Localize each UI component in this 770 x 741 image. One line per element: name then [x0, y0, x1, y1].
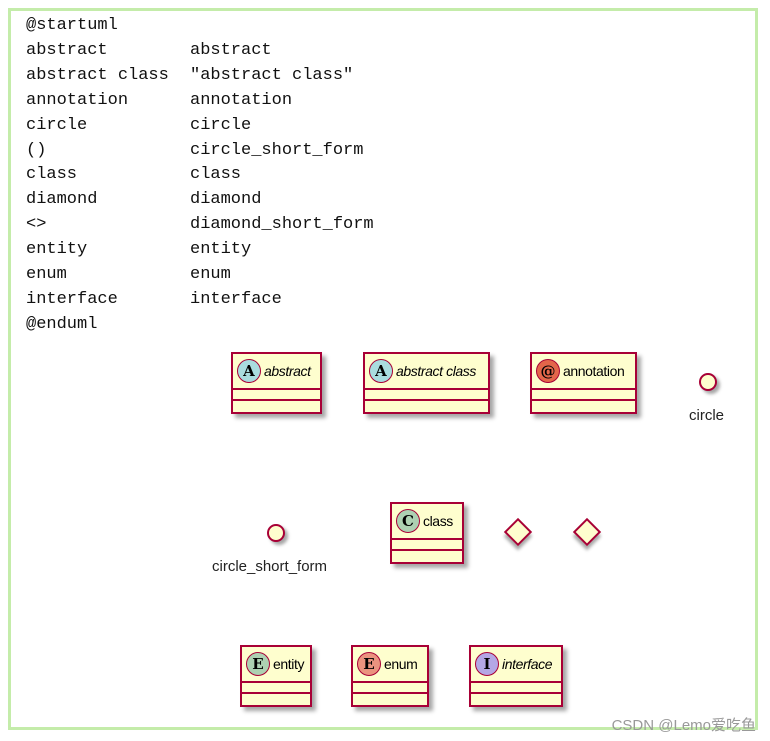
node-name: interface: [502, 656, 553, 672]
node-name: enum: [384, 656, 418, 672]
code-name: interface: [190, 289, 282, 309]
circle-node-icon: [699, 373, 717, 391]
enum-node: Eenum: [351, 645, 429, 707]
code-name: enum: [190, 265, 231, 285]
code-line: @enduml: [26, 313, 374, 338]
circle-short-form-node-icon: [267, 524, 285, 542]
abstract-badge-icon: A: [237, 359, 261, 383]
code-keyword: abstract class: [26, 65, 169, 85]
node-name: abstract: [264, 363, 311, 379]
watermark: CSDN @Lemo爱吃鱼: [611, 717, 756, 734]
code-name: "abstract class": [190, 65, 354, 85]
annotation-node: @ annotation: [530, 352, 637, 414]
end-directive: @enduml: [26, 314, 98, 334]
abstract-node: Aabstract: [231, 352, 322, 414]
entity-badge-icon: E: [246, 652, 270, 676]
annotation-badge-icon: @: [536, 359, 560, 383]
circle-label: circle: [689, 407, 725, 424]
code-line: diamond diamond: [26, 188, 374, 213]
interface-badge-icon: I: [475, 652, 499, 676]
code-keyword: class: [26, 165, 78, 185]
code-line: abstract abstract: [26, 39, 374, 64]
code-line: @startuml: [26, 14, 374, 39]
circle-short-form-label: circle_short_form: [212, 558, 328, 575]
code-name: class: [190, 165, 242, 185]
code-line: <> diamond_short_form: [26, 213, 374, 238]
code-keyword: diamond: [26, 190, 98, 210]
code-keyword: circle: [26, 115, 88, 135]
code-line: class class: [26, 163, 374, 188]
code-keyword: abstract: [26, 40, 108, 60]
code-line: () circle_short_form: [26, 139, 374, 164]
node-name: class: [423, 513, 453, 529]
abstract-badge-icon: A: [369, 359, 393, 383]
code-name: circle: [190, 115, 252, 135]
code-name: entity: [190, 240, 252, 260]
code-name: diamond_short_form: [190, 215, 374, 235]
code-keyword: entity: [26, 240, 88, 260]
plantuml-code: @startuml abstract abstract abstract clas…: [26, 14, 374, 338]
node-name: abstract class: [396, 363, 476, 379]
code-line: entity entity: [26, 238, 374, 263]
abstract-class-node: Aabstract class: [363, 352, 490, 414]
class-node: Cclass: [390, 502, 464, 564]
class-badge-icon: C: [396, 509, 420, 533]
code-line: annotation annotation: [26, 89, 374, 114]
enum-badge-icon: E: [357, 652, 381, 676]
code-line: abstract class "abstract class": [26, 64, 374, 89]
node-name: annotation: [563, 363, 625, 379]
code-keyword: (): [26, 140, 47, 160]
interface-node: Iinterface: [469, 645, 563, 707]
code-keyword: <>: [26, 215, 47, 235]
code-name: circle_short_form: [190, 140, 364, 160]
code-line: interface interface: [26, 288, 374, 313]
code-line: circle circle: [26, 114, 374, 139]
code-line: enum enum: [26, 263, 374, 288]
code-name: annotation: [190, 90, 293, 110]
code-keyword: enum: [26, 265, 67, 285]
start-directive: @startuml: [26, 16, 118, 35]
code-name: abstract: [190, 40, 272, 60]
code-keyword: interface: [26, 289, 118, 309]
node-name: entity: [273, 656, 305, 672]
entity-node: Eentity: [240, 645, 312, 707]
code-name: diamond: [190, 190, 262, 210]
code-keyword: annotation: [26, 90, 129, 110]
